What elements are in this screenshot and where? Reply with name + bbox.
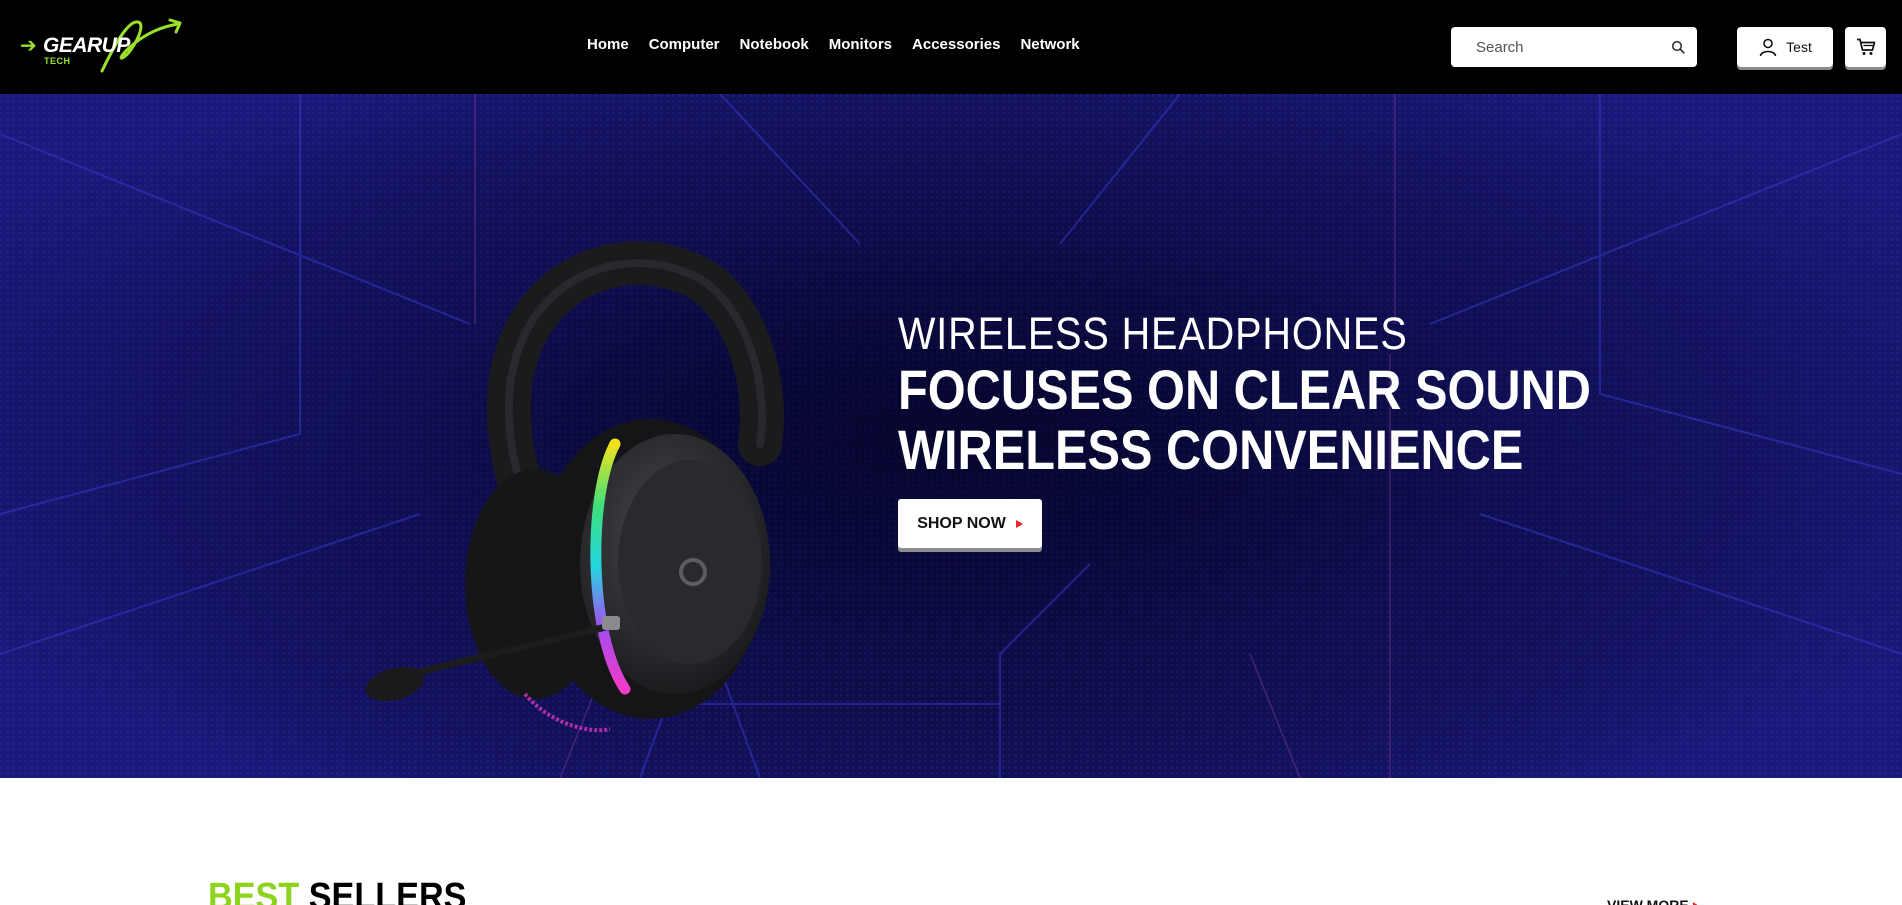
nav-item-home[interactable]: Home <box>587 36 629 53</box>
cart-icon <box>1856 38 1875 55</box>
nav-item-computer[interactable]: Computer <box>649 36 720 53</box>
main-nav: Home Computer Notebook Monitors Accessor… <box>587 36 1100 53</box>
nav-item-network[interactable]: Network <box>1020 36 1079 53</box>
best-sellers-title-accent: BEST <box>208 876 300 905</box>
nav-item-accessories[interactable]: Accessories <box>912 36 1000 53</box>
best-sellers-title-rest: SELLERS <box>308 876 467 905</box>
brand-name: GEARUP <box>43 34 130 57</box>
search-icon[interactable] <box>1671 40 1685 54</box>
cart-button[interactable] <box>1845 27 1886 67</box>
logo-arrow-icon: ➔ <box>20 35 37 57</box>
hero-text: WIRELESS HEADPHONES FOCUSES ON CLEAR SOU… <box>898 308 1695 480</box>
view-more-label: VIEW MORE <box>1607 897 1689 905</box>
brand-sub: TECH <box>44 56 71 66</box>
nav-item-notebook[interactable]: Notebook <box>740 36 809 53</box>
headphones-image <box>365 241 784 733</box>
account-button[interactable]: Test <box>1737 27 1833 67</box>
hero-title-line-1: FOCUSES ON CLEAR SOUND <box>898 358 1591 421</box>
view-more-link[interactable]: VIEW MORE <box>1607 897 1699 905</box>
shop-now-button[interactable]: SHOP NOW <box>898 499 1042 548</box>
brand-logo[interactable]: ➔ GEARUP TECH <box>18 16 183 78</box>
account-label: Test <box>1786 39 1812 55</box>
hero-banner: WIRELESS HEADPHONES FOCUSES ON CLEAR SOU… <box>0 94 1902 778</box>
site-header: ➔ GEARUP TECH Home Computer Notebook Mon… <box>0 0 1902 94</box>
search-input[interactable] <box>1451 27 1651 67</box>
search-box <box>1451 27 1697 67</box>
hero-subtitle: WIRELESS HEADPHONES <box>898 308 1408 359</box>
nav-item-monitors[interactable]: Monitors <box>829 36 892 53</box>
best-sellers-title: BEST SELLERS <box>208 877 466 905</box>
hero-title-line-2: WIRELESS CONVENIENCE <box>898 418 1524 481</box>
play-arrow-icon <box>1015 519 1023 528</box>
shop-now-label: SHOP NOW <box>917 514 1006 532</box>
user-icon <box>1759 38 1777 57</box>
